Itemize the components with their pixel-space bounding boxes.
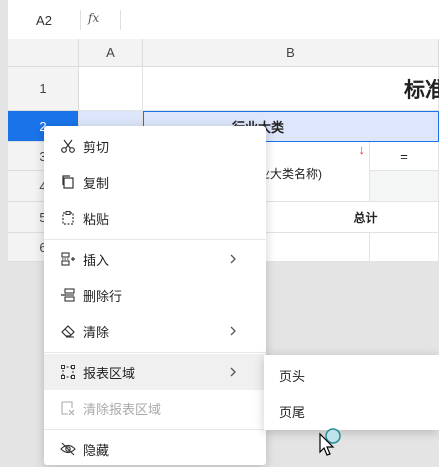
eq-text: =: [400, 148, 408, 164]
chevron-right-icon: [230, 254, 236, 264]
divider: [80, 10, 81, 30]
delete-row-icon: [59, 286, 77, 304]
menu-label: 删除行: [83, 288, 123, 304]
menu-item-insert[interactable]: 插入: [44, 241, 266, 277]
chevron-right-icon: [230, 326, 236, 336]
paste-icon: [59, 209, 77, 227]
submenu-item-footer[interactable]: 页尾: [264, 393, 439, 429]
menu-label: 剪切: [83, 139, 110, 155]
menu-item-copy[interactable]: 复制: [44, 164, 266, 200]
menu-label: 清除: [83, 324, 110, 340]
mouse-cursor-icon: [319, 428, 341, 456]
menu-label: 隐藏: [83, 442, 110, 458]
divider: [120, 10, 121, 30]
total-text: 总计: [353, 210, 378, 225]
menu-divider: [44, 239, 266, 240]
cell-b1[interactable]: 标准: [143, 67, 439, 111]
name-box[interactable]: A2: [8, 4, 80, 36]
menu-label: 粘贴: [83, 211, 110, 227]
fx-icon: fx: [88, 11, 100, 25]
title-text: 标准: [404, 78, 439, 102]
menu-divider: [44, 352, 266, 353]
copy-icon: [59, 173, 77, 191]
row4-note-text: 业大类名称): [258, 167, 322, 181]
menu-label: 清除报表区域: [83, 401, 162, 417]
menu-label: 插入: [83, 252, 110, 268]
menu-label: 复制: [83, 175, 110, 191]
menu-item-report-area[interactable]: 报表区域: [44, 354, 266, 390]
eye-off-icon: [59, 440, 77, 458]
menu-item-hide[interactable]: 隐藏: [44, 431, 266, 467]
eraser-icon: [59, 322, 77, 340]
cell-c6[interactable]: [370, 233, 439, 262]
cell-a1[interactable]: [79, 67, 143, 111]
column-header-a[interactable]: A: [79, 39, 143, 67]
menu-item-clear-report-area[interactable]: 清除报表区域: [44, 390, 266, 426]
menu-item-paste[interactable]: 粘贴: [44, 200, 266, 236]
select-all-corner[interactable]: [8, 39, 79, 67]
report-area-icon: [59, 363, 77, 381]
cell-c3[interactable]: =: [370, 142, 439, 171]
menu-item-cut[interactable]: 剪切: [44, 128, 266, 164]
menu-item-delete-row[interactable]: 删除行: [44, 277, 266, 313]
formula-bar: A2 fx: [8, 0, 439, 40]
menu-label: 报表区域: [83, 365, 136, 381]
report-area-submenu: 页头 页尾: [264, 355, 439, 430]
insert-rows-icon: [59, 250, 77, 268]
column-header-b[interactable]: B: [143, 39, 439, 67]
menu-divider: [44, 429, 266, 430]
menu-item-clear[interactable]: 清除: [44, 313, 266, 349]
scissors-icon: [59, 137, 77, 155]
arrow-down-icon: ↓: [358, 142, 366, 157]
context-menu: 剪切 复制 粘贴 插入 删除行 清除 报表区域 清除报表区域 隐藏: [44, 126, 266, 465]
submenu-item-header[interactable]: 页头: [264, 357, 439, 393]
clear-report-area-icon: [59, 399, 77, 417]
row-header-1[interactable]: 1: [8, 67, 79, 111]
chevron-right-icon: [230, 367, 236, 377]
cell-c4[interactable]: [370, 171, 439, 202]
